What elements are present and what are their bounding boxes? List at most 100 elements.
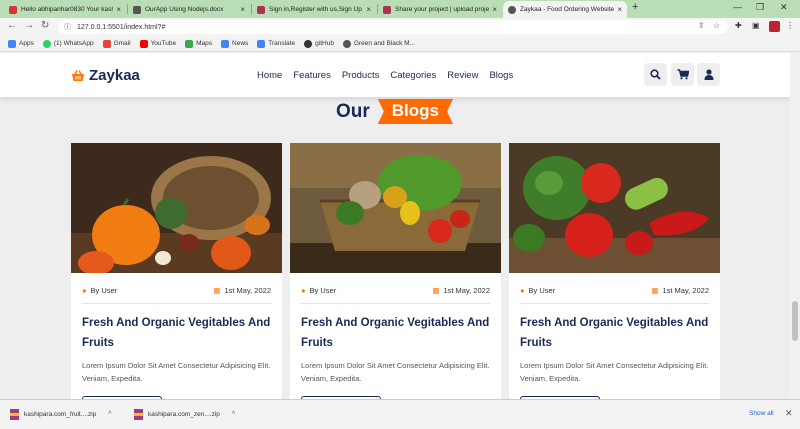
blog-image-basket <box>290 143 501 273</box>
nav-categories[interactable]: Categories <box>390 70 436 81</box>
back-icon[interactable]: ← <box>7 20 17 31</box>
browser-tab[interactable]: Sign in,Register with us,Sign Up × <box>252 1 376 18</box>
tab-label: OurApp Using Nodejs.docx <box>145 6 224 13</box>
nav-features[interactable]: Features <box>293 70 331 81</box>
site-logo[interactable]: Zaykaa <box>71 67 140 84</box>
extensions-icon[interactable]: ✚ <box>735 21 742 30</box>
bookmark-label: Maps <box>196 40 213 47</box>
cart-button[interactable] <box>671 63 694 86</box>
minimize-icon[interactable]: — <box>733 2 742 12</box>
reload-icon[interactable]: ↻ <box>41 20 49 31</box>
translate-icon <box>257 39 266 48</box>
blog-date: 1st May, 2022 <box>662 286 709 295</box>
news-icon <box>221 39 230 48</box>
calendar-icon: ▦ <box>432 286 440 295</box>
bookmark-label: YouTube <box>150 40 177 47</box>
site-header: Zaykaa Home Features Products Categories… <box>0 53 790 97</box>
heading-blogs: Blogs <box>377 99 454 124</box>
nav-products[interactable]: Products <box>342 70 380 81</box>
bookmark-green-black[interactable]: Green and Black M... <box>342 39 415 48</box>
browser-tab[interactable]: Hello abhipanhar0830 Your kashi × <box>4 1 126 18</box>
blog-card: ● By User ▦ 1st May, 2022 Fresh And Organi… <box>509 143 720 399</box>
bookmark-news[interactable]: News <box>221 39 249 48</box>
bookmark-youtube[interactable]: YouTube <box>139 39 177 48</box>
blog-author: By User <box>309 286 337 295</box>
user-button[interactable] <box>697 63 720 86</box>
close-icon[interactable]: × <box>617 5 622 14</box>
bookmarks-bar: Apps (1) WhatsApp Gmail YouTube Maps New… <box>0 36 800 52</box>
blog-title: Fresh And Organic Vegitables And Fruits <box>520 317 709 349</box>
blog-author: By User <box>90 286 118 295</box>
browser-tab[interactable]: Share your project | upload proje × <box>378 1 502 18</box>
nav-blogs[interactable]: Blogs <box>489 70 513 81</box>
chevron-up-icon[interactable]: ^ <box>108 411 111 418</box>
blog-card: ● By User ▦ 1st May, 2022 Fresh And Organi… <box>71 143 282 399</box>
basket-icon <box>72 69 84 81</box>
close-icon[interactable]: × <box>116 5 121 14</box>
calendar-icon: ▦ <box>213 286 221 295</box>
bookmark-whatsapp[interactable]: (1) WhatsApp <box>42 39 94 48</box>
maps-icon <box>185 39 194 48</box>
browser-tab-active[interactable]: Zaykaa - Food Ordering Website × <box>503 1 627 18</box>
close-icon[interactable]: × <box>492 5 497 14</box>
nav-home[interactable]: Home <box>257 70 282 81</box>
new-tab-button[interactable]: + <box>632 1 638 13</box>
blog-card: ● By User ▦ 1st May, 2022 Fresh And Organi… <box>290 143 501 399</box>
forward-icon[interactable]: → <box>24 20 34 31</box>
divider <box>301 303 490 304</box>
blog-description: Lorem Ipsum Dolor Sit Amet Consectetur A… <box>301 361 490 383</box>
nav-review[interactable]: Review <box>447 70 478 81</box>
download-item[interactable]: kashipara.com_zen....zip ^ <box>134 409 235 420</box>
search-button[interactable] <box>644 63 667 86</box>
blog-meta: ● By User ▦ 1st May, 2022 <box>82 286 271 295</box>
bookmark-gmail[interactable]: Gmail <box>102 39 131 48</box>
heading-our: Our <box>336 100 370 122</box>
download-filename: kashipara.com_zen....zip <box>148 411 220 418</box>
bookmark-label: Apps <box>19 40 34 47</box>
bookmark-star-icon[interactable]: ☆ <box>713 21 720 30</box>
window-close-icon[interactable]: ✕ <box>780 2 788 13</box>
chevron-up-icon[interactable]: ^ <box>232 411 235 418</box>
browser-tab[interactable]: OurApp Using Nodejs.docx × <box>128 1 250 18</box>
scrollbar-thumb[interactable] <box>792 301 798 341</box>
blog-image-harvest <box>71 143 282 273</box>
tab-label: Sign in,Register with us,Sign Up <box>269 6 362 13</box>
tab-strip: Hello abhipanhar0830 Your kashi × OurApp… <box>0 0 800 18</box>
bookmark-github[interactable]: gitHub <box>304 39 334 48</box>
close-icon[interactable]: × <box>240 5 245 14</box>
menu-icon[interactable]: ⋮ <box>786 21 794 30</box>
show-all-link[interactable]: Show all <box>749 410 774 417</box>
close-icon[interactable]: ✕ <box>785 408 793 419</box>
restore-icon[interactable]: ❐ <box>756 2 764 13</box>
download-item[interactable]: kashipara.com_fruit....zip ^ <box>10 409 112 420</box>
globe-icon <box>342 39 351 48</box>
site-icon <box>257 5 265 14</box>
close-icon[interactable]: × <box>366 5 371 14</box>
apps-icon <box>8 39 16 48</box>
info-icon[interactable]: ⓘ <box>64 22 71 32</box>
github-icon <box>304 39 313 48</box>
youtube-icon <box>139 39 148 48</box>
toolbar: ← → ↻ ⓘ 127.0.0.1:5501/index.html?# ⇪ ☆ … <box>0 18 800 36</box>
tab-label: Zaykaa - Food Ordering Website <box>520 6 615 13</box>
user-icon: ● <box>520 286 525 295</box>
zip-file-icon <box>10 409 19 420</box>
bookmark-label: News <box>232 40 249 47</box>
gmail-icon <box>102 39 111 48</box>
blog-author: By User <box>528 286 556 295</box>
avatar[interactable] <box>769 21 780 32</box>
address-bar[interactable]: ⓘ 127.0.0.1:5501/index.html?# <box>58 20 728 34</box>
page-scrollbar[interactable] <box>790 53 800 399</box>
bookmark-maps[interactable]: Maps <box>185 39 213 48</box>
gmail-icon <box>9 5 17 14</box>
sidebar-icon[interactable]: ▣ <box>752 21 760 30</box>
user-icon: ● <box>301 286 306 295</box>
url-text: 127.0.0.1:5501/index.html?# <box>77 23 166 31</box>
bookmark-apps[interactable]: Apps <box>8 39 34 48</box>
share-icon[interactable]: ⇪ <box>698 21 705 30</box>
page-viewport: Zaykaa Home Features Products Categories… <box>0 53 790 399</box>
bookmark-label: Gmail <box>113 40 131 47</box>
bookmark-translate[interactable]: Translate <box>257 39 295 48</box>
blog-title: Fresh And Organic Vegitables And Fruits <box>82 317 271 349</box>
blog-description: Lorem Ipsum Dolor Sit Amet Consectetur A… <box>520 361 709 383</box>
